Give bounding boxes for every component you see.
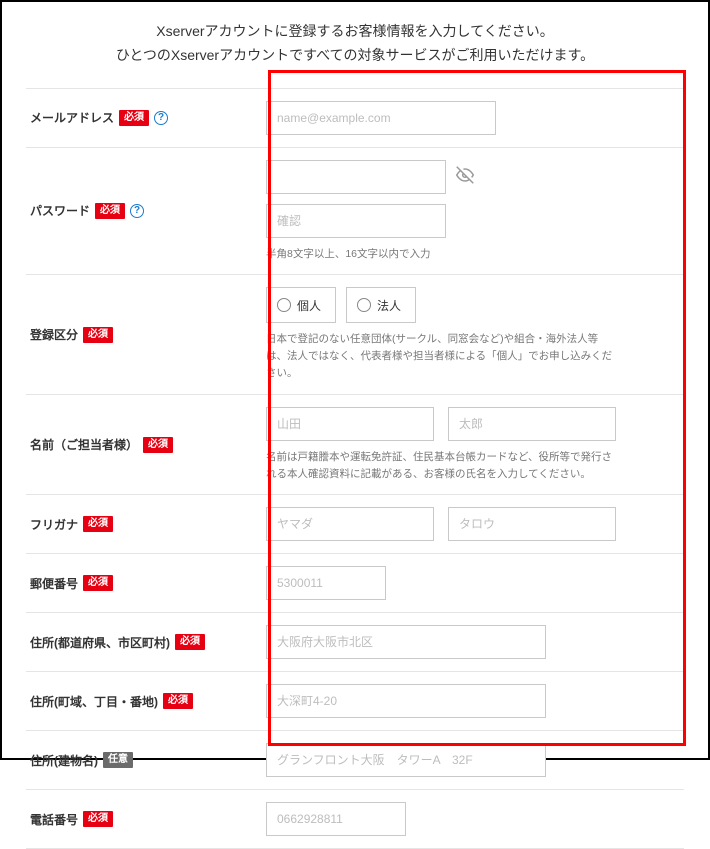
addr1-input[interactable]	[266, 625, 546, 659]
name-hint: 名前は戸籍謄本や運転免許証、住民基本台帳カードなど、役所等で発行される本人確認資…	[266, 449, 616, 483]
email-input[interactable]	[266, 101, 496, 135]
radio-icon	[277, 298, 291, 312]
required-badge: 必須	[119, 110, 149, 126]
lastname-input[interactable]	[266, 407, 434, 441]
kana-first-input[interactable]	[448, 507, 616, 541]
row-addr3: 住所(建物名) 任意	[26, 731, 684, 790]
optional-badge: 任意	[103, 752, 133, 768]
radio-icon	[357, 298, 371, 312]
intro-line1: Xserverアカウントに登録するお客様情報を入力してください。	[26, 20, 684, 44]
radio-corporate[interactable]: 法人	[346, 287, 416, 323]
row-addr1: 住所(都道府県、市区町村) 必須	[26, 613, 684, 672]
password-hint: 半角8文字以上、16文字以内で入力	[266, 246, 606, 263]
registration-form-page: Xserverアカウントに登録するお客様情報を入力してください。 ひとつのXse…	[0, 0, 710, 760]
addr1-label: 住所(都道府県、市区町村)	[30, 634, 170, 651]
row-kana: フリガナ 必須	[26, 495, 684, 554]
row-zip: 郵便番号 必須	[26, 554, 684, 613]
row-reg-type: 登録区分 必須 個人 法人 日本で登記のない任意団体(サークル、同窓会など)や組…	[26, 275, 684, 394]
addr2-input[interactable]	[266, 684, 546, 718]
kana-last-input[interactable]	[266, 507, 434, 541]
reg-type-hint: 日本で登記のない任意団体(サークル、同窓会など)や組合・海外法人等は、法人ではな…	[266, 331, 616, 381]
row-phone: 電話番号 必須	[26, 790, 684, 849]
phone-input[interactable]	[266, 802, 406, 836]
reg-type-label: 登録区分	[30, 326, 78, 343]
required-badge: 必須	[83, 811, 113, 827]
kana-label: フリガナ	[30, 516, 78, 533]
required-badge: 必須	[163, 693, 193, 709]
required-badge: 必須	[83, 516, 113, 532]
row-password: パスワード 必須 ? 半角8文字以上、16文字以内で入力	[26, 148, 684, 276]
required-badge: 必須	[83, 575, 113, 591]
addr3-label: 住所(建物名)	[30, 752, 98, 769]
addr3-input[interactable]	[266, 743, 546, 777]
addr2-label: 住所(町域、丁目・番地)	[30, 693, 158, 710]
required-badge: 必須	[83, 327, 113, 343]
row-addr2: 住所(町域、丁目・番地) 必須	[26, 672, 684, 731]
eye-off-icon[interactable]	[456, 166, 474, 187]
name-label: 名前（ご担当者様）	[30, 436, 138, 453]
row-name: 名前（ご担当者様） 必須 名前は戸籍謄本や運転免許証、住民基本台帳カードなど、役…	[26, 395, 684, 496]
required-badge: 必須	[175, 634, 205, 650]
zip-input[interactable]	[266, 566, 386, 600]
phone-label: 電話番号	[30, 811, 78, 828]
intro-line2: ひとつのXserverアカウントですべての対象サービスがご利用いただけます。	[26, 44, 684, 68]
zip-label: 郵便番号	[30, 575, 78, 592]
radio-individual[interactable]: 個人	[266, 287, 336, 323]
password-label: パスワード	[30, 202, 90, 219]
firstname-input[interactable]	[448, 407, 616, 441]
intro-text: Xserverアカウントに登録するお客様情報を入力してください。 ひとつのXse…	[26, 20, 684, 68]
required-badge: 必須	[143, 437, 173, 453]
password-confirm-input[interactable]	[266, 204, 446, 238]
password-input[interactable]	[266, 160, 446, 194]
email-label: メールアドレス	[30, 109, 114, 126]
row-email: メールアドレス 必須 ?	[26, 89, 684, 148]
form: メールアドレス 必須 ? パスワード 必須 ?	[26, 88, 684, 849]
help-icon[interactable]: ?	[130, 204, 144, 218]
required-badge: 必須	[95, 203, 125, 219]
help-icon[interactable]: ?	[154, 111, 168, 125]
